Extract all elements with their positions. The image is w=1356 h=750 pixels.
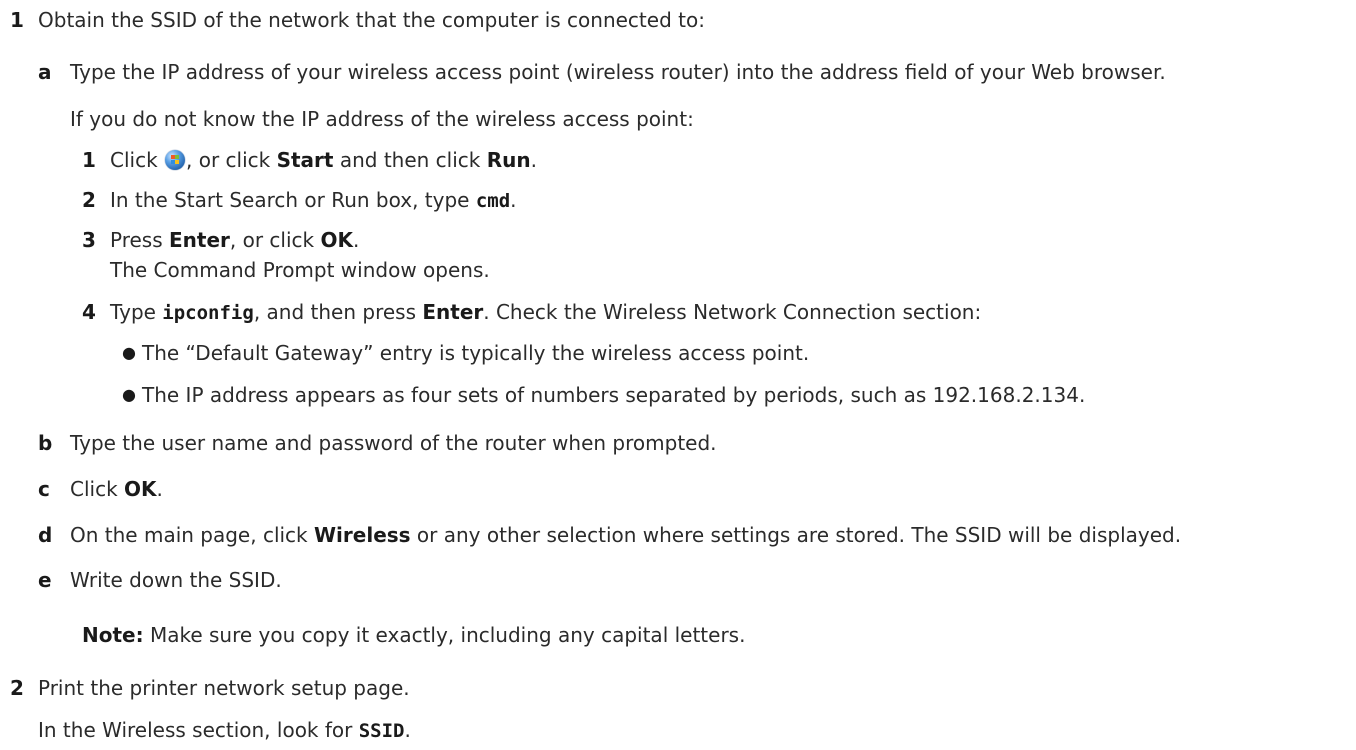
instruction-intro: If you do not know the IP address of the… — [70, 107, 694, 131]
list-item-text: In the Start Search or Run box, type cmd… — [110, 188, 517, 212]
list-item-note: The Command Prompt window opens. — [110, 258, 490, 282]
run-label: Run — [486, 148, 531, 172]
substep-text: Type the IP address of your wireless acc… — [70, 60, 1166, 84]
bullet-text: The IP address appears as four sets of n… — [142, 383, 1086, 407]
wireless-label: Wireless — [314, 523, 411, 547]
substep-letter: e — [38, 568, 52, 592]
substep-text: Type the user name and password of the r… — [70, 431, 717, 455]
note-label: Note: — [82, 623, 144, 647]
substep-letter: c — [38, 477, 50, 501]
list-number: 3 — [82, 228, 96, 252]
step-number: 2 — [10, 676, 24, 700]
substep-letter: d — [38, 523, 53, 547]
ok-label: OK — [124, 477, 157, 501]
list-item-text: Click , or click Start and then click Ru… — [110, 148, 537, 172]
substep-text: Write down the SSID. — [70, 568, 282, 592]
command-text: cmd — [475, 190, 511, 212]
bullet-text: The “Default Gateway” entry is typically… — [142, 341, 810, 365]
list-number: 4 — [82, 300, 96, 324]
list-number: 2 — [82, 188, 96, 212]
substep-letter: a — [38, 60, 52, 84]
enter-key-label: Enter — [422, 300, 484, 324]
step-text: Print the printer network setup page. — [38, 676, 410, 700]
bullet-icon: ● — [122, 343, 136, 362]
step-text: Obtain the SSID of the network that the … — [38, 8, 705, 32]
step-detail: In the Wireless section, look for SSID. — [38, 718, 411, 742]
substep-text: Click OK. — [70, 477, 163, 501]
enter-key-label: Enter — [169, 228, 230, 252]
list-number: 1 — [82, 148, 96, 172]
substep-text: On the main page, click Wireless or any … — [70, 523, 1182, 547]
windows-start-icon — [165, 150, 186, 170]
ok-label: OK — [320, 228, 353, 252]
list-item-text: Press Enter, or click OK. — [110, 228, 360, 252]
note: Note: Make sure you copy it exactly, inc… — [82, 623, 746, 647]
ssid-text: SSID — [358, 720, 405, 742]
list-item-text: Type ipconfig, and then press Enter. Che… — [110, 300, 982, 324]
substep-letter: b — [38, 431, 53, 455]
bullet-icon: ● — [122, 385, 136, 404]
step-number: 1 — [10, 8, 24, 32]
command-text: ipconfig — [162, 302, 254, 324]
start-label: Start — [276, 148, 334, 172]
